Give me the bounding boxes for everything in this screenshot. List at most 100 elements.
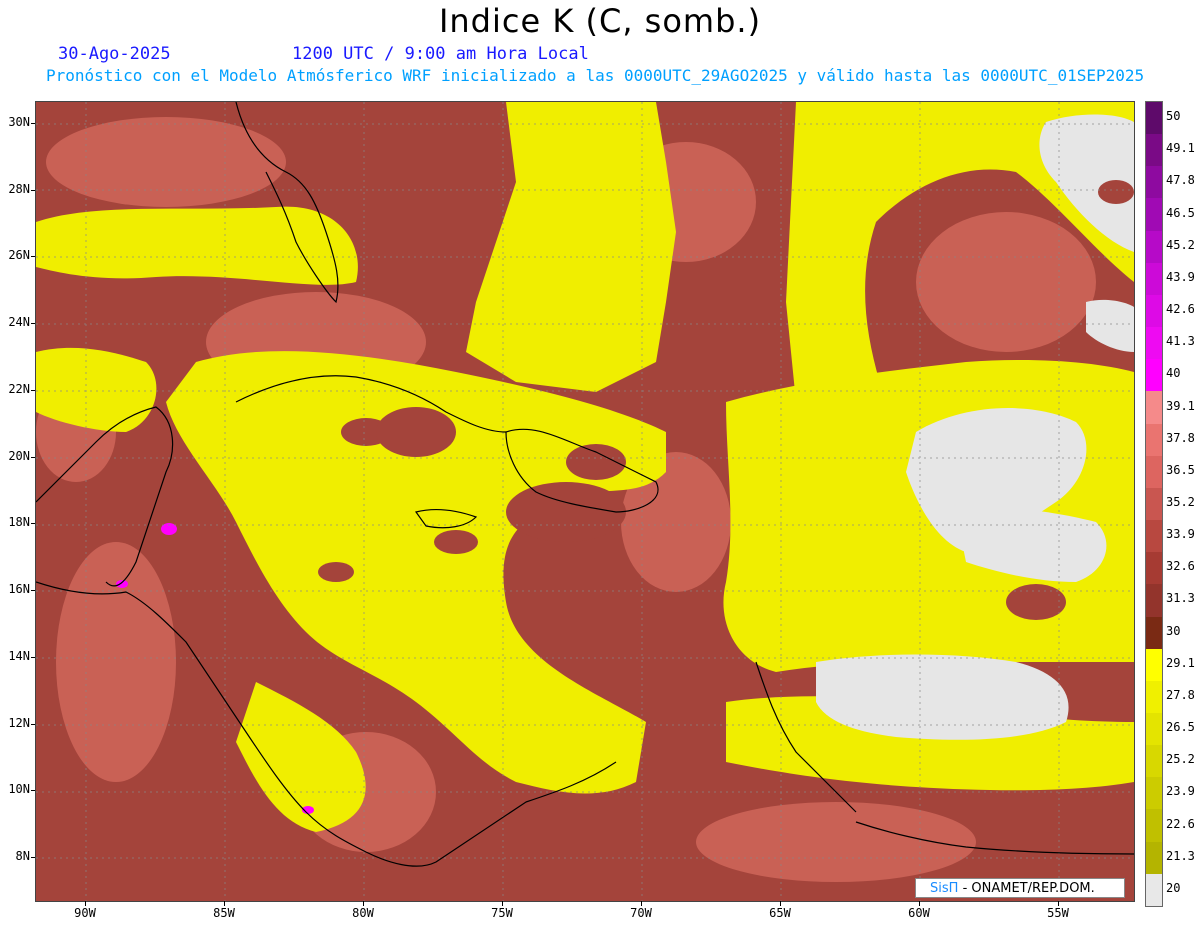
lat-label: 24N (8, 315, 30, 329)
lon-tick (363, 901, 364, 906)
colorbar-label: 39.1 (1166, 398, 1195, 413)
colorbar-label: 25.2 (1166, 752, 1195, 767)
colorbar-label: 32.6 (1166, 559, 1195, 574)
lat-label: 30N (8, 115, 30, 129)
colorbar-segment (1146, 616, 1162, 649)
lat-label: 26N (8, 248, 30, 262)
lon-tick (224, 901, 225, 906)
map-field (36, 102, 1134, 901)
lon-tick (780, 901, 781, 906)
colorbar-label: 36.5 (1166, 462, 1195, 477)
colorbar-segment (1146, 552, 1162, 585)
lat-label: 22N (8, 382, 30, 396)
colorbar-segment (1146, 680, 1162, 713)
lat-tick (31, 523, 35, 524)
lon-label: 90W (74, 906, 96, 920)
colorbar-label: 26.5 (1166, 720, 1195, 735)
colorbar (1145, 101, 1163, 907)
colorbar-label: 41.3 (1166, 334, 1195, 349)
colorbar-label: 50 (1166, 109, 1181, 124)
forecast-description: Pronóstico con el Modelo Atmósferico WRF… (46, 66, 1145, 85)
credit-text: - ONAMET/REP.DOM. (962, 881, 1095, 896)
lon-label: 60W (908, 906, 930, 920)
colorbar-label: 33.9 (1166, 527, 1195, 542)
lat-tick (31, 657, 35, 658)
colorbar-segment (1146, 777, 1162, 810)
lon-label: 70W (630, 906, 652, 920)
colorbar-segment (1146, 873, 1162, 906)
colorbar-segment (1146, 648, 1162, 681)
lat-tick (31, 190, 35, 191)
lat-label: 18N (8, 515, 30, 529)
lat-label: 14N (8, 649, 30, 663)
lat-label: 16N (8, 582, 30, 596)
colorbar-segment (1146, 198, 1162, 231)
lat-label: 10N (8, 782, 30, 796)
lon-label: 85W (213, 906, 235, 920)
lat-tick (31, 457, 35, 458)
colorbar-segment (1146, 294, 1162, 328)
colorbar-segment (1146, 455, 1162, 488)
colorbar-label: 42.6 (1166, 302, 1195, 317)
lat-tick (31, 256, 35, 257)
lat-label: 12N (8, 716, 30, 730)
colorbar-segment (1146, 327, 1162, 360)
colorbar-segment (1146, 487, 1162, 521)
colorbar-segment (1146, 166, 1162, 199)
lat-label: 28N (8, 182, 30, 196)
colorbar-segment (1146, 391, 1162, 424)
colorbar-label: 20 (1166, 880, 1181, 895)
lon-tick (85, 901, 86, 906)
sispi-logo: SisΠ (930, 881, 959, 896)
colorbar-segment (1146, 745, 1162, 778)
colorbar-label: 45.2 (1166, 237, 1195, 252)
lat-tick (31, 123, 35, 124)
lon-tick (641, 901, 642, 906)
lat-tick (31, 323, 35, 324)
colorbar-label: 27.8 (1166, 687, 1195, 702)
colorbar-segment (1146, 841, 1162, 874)
lon-tick (919, 901, 920, 906)
colorbar-segment (1146, 584, 1162, 617)
lon-label: 75W (491, 906, 513, 920)
colorbar-segment (1146, 712, 1162, 746)
colorbar-segment (1146, 102, 1162, 135)
lat-tick (31, 790, 35, 791)
credit-box: SisΠ - ONAMET/REP.DOM. (915, 878, 1125, 898)
colorbar-label: 35.2 (1166, 495, 1195, 509)
map-title: Indice K (C, somb.) (438, 2, 762, 40)
colorbar-label: 30 (1166, 623, 1181, 638)
lat-tick (31, 590, 35, 591)
colorbar-segment (1146, 359, 1162, 392)
colorbar-label: 37.8 (1166, 430, 1195, 445)
lat-tick (31, 390, 35, 391)
colorbar-label: 29.1 (1166, 655, 1195, 670)
colorbar-label: 21.3 (1166, 848, 1195, 863)
colorbar-label: 47.8 (1166, 173, 1195, 188)
lon-label: 55W (1047, 906, 1069, 920)
lon-tick (502, 901, 503, 906)
weather-map (35, 101, 1135, 902)
colorbar-segment (1146, 423, 1162, 456)
lat-tick (31, 857, 35, 858)
colorbar-label: 46.5 (1166, 205, 1195, 220)
colorbar-segment (1146, 520, 1162, 553)
lat-label: 20N (8, 449, 30, 463)
valid-time: 1200 UTC / 9:00 am Hora Local (292, 44, 589, 64)
lat-label: 8N (15, 849, 30, 863)
colorbar-label: 40 (1166, 366, 1181, 381)
colorbar-label: 22.6 (1166, 816, 1195, 831)
colorbar-segment (1146, 134, 1162, 167)
colorbar-label: 49.1 (1166, 141, 1195, 156)
colorbar-label: 43.9 (1166, 269, 1195, 284)
valid-date: 30-Ago-2025 (58, 44, 171, 64)
colorbar-label: 23.9 (1166, 784, 1195, 799)
colorbar-segment (1146, 230, 1162, 263)
colorbar-segment (1146, 809, 1162, 842)
colorbar-label: 31.3 (1166, 591, 1195, 606)
lat-tick (31, 724, 35, 725)
lon-tick (1058, 901, 1059, 906)
lon-label: 80W (352, 906, 374, 920)
colorbar-segment (1146, 262, 1162, 295)
lon-label: 65W (769, 906, 791, 920)
